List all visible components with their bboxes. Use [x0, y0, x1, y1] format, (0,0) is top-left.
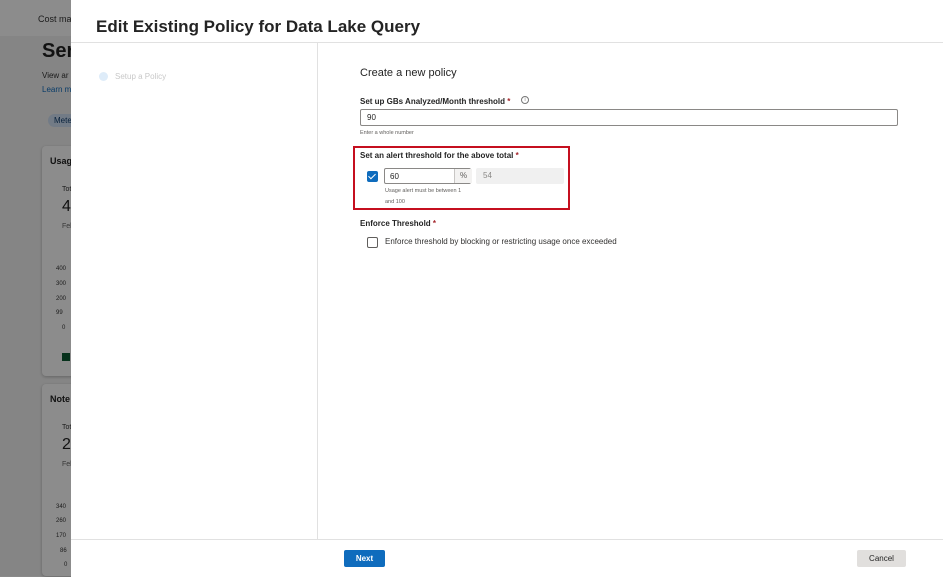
required-mark: *: [432, 219, 437, 228]
panel-header: Edit Existing Policy for Data Lake Query: [71, 0, 943, 43]
step-label-setup-policy[interactable]: Setup a Policy: [115, 72, 166, 81]
cancel-button[interactable]: Cancel: [857, 550, 906, 567]
alert-computed-value: 54: [483, 171, 492, 180]
alert-computed-field: 54: [476, 168, 564, 184]
enforce-threshold-checkbox-label[interactable]: Enforce threshold by blocking or restric…: [385, 237, 617, 246]
gb-threshold-input[interactable]: 90: [360, 109, 898, 126]
section-title: Create a new policy: [360, 67, 457, 79]
alert-hint-line2: and 100: [385, 199, 405, 205]
alert-percent-value: 60: [390, 172, 399, 181]
gb-threshold-label-text: Set up GBs Analyzed/Month threshold: [360, 97, 506, 106]
required-mark: *: [507, 97, 511, 106]
alert-threshold-checkbox[interactable]: [367, 171, 378, 182]
required-mark: *: [515, 151, 519, 160]
checkmark-icon: [368, 171, 376, 180]
info-icon[interactable]: i: [521, 96, 529, 104]
panel-title: Edit Existing Policy for Data Lake Query: [96, 17, 421, 36]
enforce-threshold-checkbox[interactable]: [367, 237, 378, 248]
enforce-threshold-label: Enforce Threshold *: [360, 219, 436, 228]
alert-percent-input[interactable]: 60 %: [384, 168, 472, 184]
alert-threshold-label: Set an alert threshold for the above tot…: [360, 151, 519, 160]
gb-threshold-label: Set up GBs Analyzed/Month threshold *: [360, 97, 510, 106]
next-button[interactable]: Next: [344, 550, 385, 567]
panel-footer: Next Cancel: [71, 539, 943, 577]
edit-policy-panel: Edit Existing Policy for Data Lake Query…: [71, 0, 943, 577]
gb-threshold-hint: Enter a whole number: [360, 130, 414, 136]
alert-threshold-label-text: Set an alert threshold for the above tot…: [360, 151, 514, 160]
policy-form: Create a new policy Set up GBs Analyzed/…: [318, 43, 943, 539]
step-indicator-icon: [99, 72, 108, 81]
wizard-steps: Setup a Policy: [71, 43, 318, 539]
alert-hint-line1: Usage alert must be between 1: [385, 188, 462, 194]
percent-suffix: %: [454, 169, 472, 183]
enforce-threshold-label-text: Enforce Threshold: [360, 219, 431, 228]
